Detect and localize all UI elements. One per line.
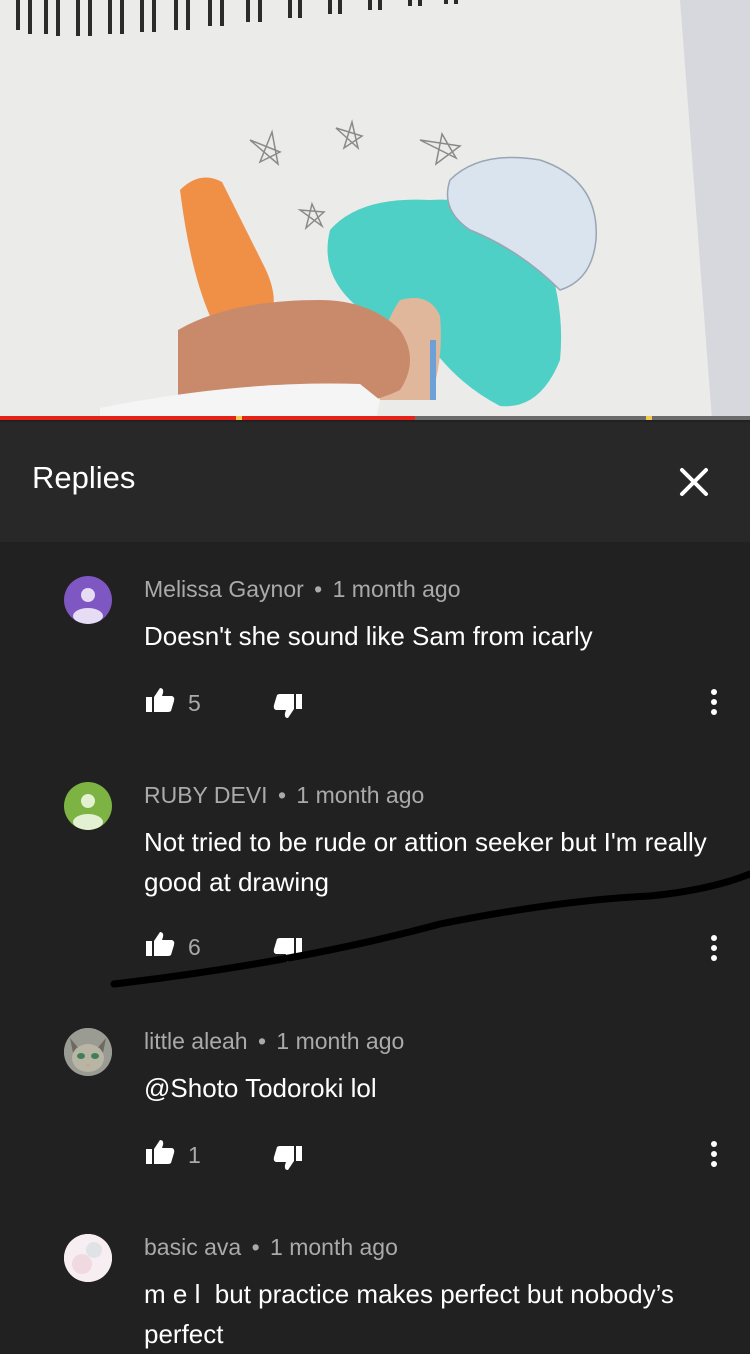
dislike-button[interactable] — [272, 1142, 304, 1174]
comment-author[interactable]: little aleah — [144, 1028, 248, 1054]
avatar-photo — [64, 1234, 112, 1282]
like-button[interactable] — [144, 1136, 176, 1168]
comment-meta: little aleah • 1 month ago — [144, 1028, 405, 1054]
comment-author[interactable]: basic ava — [144, 1234, 241, 1260]
avatar[interactable] — [64, 1234, 112, 1282]
scribble-line — [110, 870, 750, 988]
avatar[interactable] — [64, 1028, 112, 1076]
comment-text: @Shoto Todoroki lol — [144, 1073, 377, 1103]
avatar-cat-photo — [64, 1028, 112, 1076]
comment-text: m e l but practice makes perfect but nob… — [144, 1279, 682, 1349]
more-vert-icon — [711, 1141, 717, 1167]
more-options-button[interactable] — [700, 1140, 728, 1168]
like-count: 1 — [188, 1142, 201, 1168]
comment-meta: basic ava • 1 month ago — [144, 1234, 398, 1260]
comment-time: 1 month ago — [270, 1234, 398, 1260]
thumbs-down-icon — [273, 1146, 302, 1170]
comment-time: 1 month ago — [276, 1028, 405, 1054]
thumbs-up-icon — [146, 1140, 175, 1164]
